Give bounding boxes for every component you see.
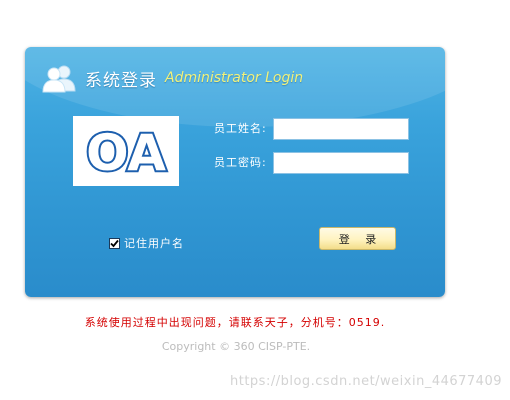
remember-checkbox[interactable] bbox=[109, 237, 120, 249]
watermark-text: https://blog.csdn.net/weixin_44677409 bbox=[229, 374, 502, 389]
login-button[interactable]: 登 录 bbox=[319, 227, 396, 250]
oa-logo: OA bbox=[73, 116, 179, 186]
panel-header: 系统登录 Administrator Login bbox=[41, 61, 303, 95]
users-icon bbox=[41, 63, 77, 93]
password-input[interactable] bbox=[273, 152, 409, 174]
remember-label[interactable]: 记住用户名 bbox=[124, 235, 184, 251]
check-icon bbox=[110, 239, 119, 247]
support-notice: 系统使用过程中出现问题，请联系天子，分机号：0519. bbox=[84, 316, 386, 329]
panel-title: 系统登录 bbox=[85, 70, 157, 91]
password-label: 员工密码: bbox=[214, 156, 267, 169]
username-input[interactable] bbox=[273, 118, 409, 140]
username-label: 员工姓名: bbox=[214, 122, 267, 135]
oa-logo-text: OA bbox=[86, 124, 166, 182]
copyright-text: Copyright © 360 CISP-PTE. bbox=[161, 340, 311, 353]
panel-subtitle: Administrator Login bbox=[165, 70, 304, 86]
login-panel: 系统登录 Administrator Login OA 员工姓名: 员工密码: … bbox=[25, 47, 445, 297]
login-page: 系统登录 Administrator Login OA 员工姓名: 员工密码: … bbox=[0, 0, 510, 400]
remember-row: 记住用户名 bbox=[109, 235, 184, 251]
